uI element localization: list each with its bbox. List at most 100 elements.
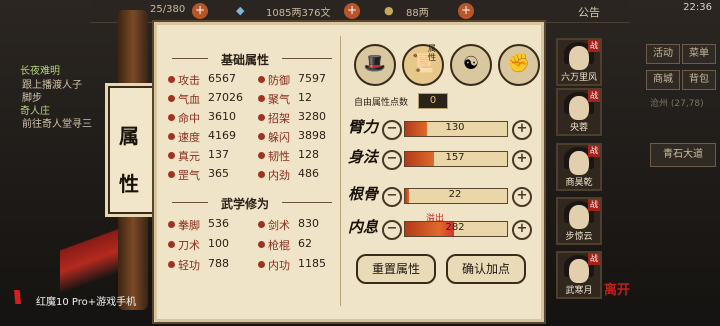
add-count-button[interactable]: + [192, 3, 208, 19]
stat-value: 3898 [298, 129, 326, 142]
menu-activity[interactable]: 活动 [646, 44, 680, 64]
scroll-title-char-2: 性 [119, 172, 139, 196]
yinyang-icon[interactable]: ☯ [450, 44, 492, 86]
stat-bullet-icon [168, 133, 175, 140]
stat-label: 真元 [178, 150, 200, 163]
header-rule-left [172, 202, 208, 203]
increase-button[interactable]: + [512, 150, 532, 170]
face [569, 96, 589, 120]
increase-button[interactable]: + [512, 120, 532, 140]
battle-tag: 战 [588, 90, 600, 102]
party-member-name: 六万里风 [560, 73, 597, 83]
martial-header: 武学修为 [220, 197, 269, 211]
location-road-label[interactable]: 青石大道 [650, 143, 716, 167]
stat-value: 7597 [298, 72, 326, 85]
hat-icon[interactable]: 🎩 [354, 44, 396, 86]
stat-bullet-icon [168, 241, 175, 248]
quest-item-1[interactable]: 长夜难明 [20, 62, 60, 77]
battle-tag: 战 [588, 145, 600, 157]
attribute-name: 内息 [348, 218, 379, 236]
stat-bullet-icon [168, 171, 175, 178]
stat-bullet-icon [258, 114, 265, 121]
grain-value: 88两 [406, 8, 429, 19]
free-points-label: 自由属性点数 [354, 98, 409, 108]
stat-bullet-icon [258, 261, 265, 268]
martial-value: 62 [298, 237, 312, 250]
leave-button[interactable]: 离开 [604, 279, 630, 298]
stat-label: 招架 [268, 112, 290, 125]
stat-bullet-icon [258, 221, 265, 228]
decrease-button[interactable]: − [382, 187, 402, 207]
money-value: 1085两376文 [266, 8, 331, 19]
stat-label: 速度 [178, 131, 200, 144]
add-money-button[interactable]: + [344, 3, 360, 19]
flex-arm-icon[interactable]: ✊ [498, 44, 540, 86]
header-rule-right [282, 202, 332, 203]
stat-bullet-icon [258, 95, 265, 102]
party-member-name: 步惊云 [565, 232, 593, 242]
menu-bag[interactable]: 背包 [682, 70, 716, 90]
face [569, 205, 589, 229]
martial-label: 内功 [268, 259, 290, 272]
decrease-button[interactable]: − [382, 150, 402, 170]
stat-label: 韧性 [268, 150, 290, 163]
count-value: 25/380 [150, 4, 186, 15]
martial-value: 536 [208, 217, 229, 230]
attribute-name: 根骨 [348, 185, 379, 203]
skill-icon-tag: 属性 [428, 44, 436, 62]
martial-label: 拳脚 [178, 219, 200, 232]
party-member-name: 商昊乾 [565, 178, 593, 188]
location-label: 沧州 (27,78) [650, 99, 704, 109]
confirm-points-button[interactable]: 确认加点 [446, 254, 526, 284]
face [569, 151, 589, 175]
martial-label: 枪棍 [268, 239, 290, 252]
stat-bullet-icon [258, 133, 265, 140]
header-rule-right [282, 58, 332, 59]
attribute-value: 282 [445, 222, 465, 233]
phone-badge: 红魔10 Pro+游戏手机 [36, 297, 137, 308]
add-grain-button[interactable]: + [458, 3, 474, 19]
notice-button[interactable]: 公告 [578, 4, 600, 20]
decrease-button[interactable]: − [382, 120, 402, 140]
increase-button[interactable]: + [512, 187, 532, 207]
quest-desc-2: 前往奇人堂寻三 [22, 119, 92, 130]
free-points-value: 0 [418, 93, 448, 109]
party-member-name: 央蓉 [569, 123, 588, 133]
decrease-button[interactable]: − [382, 220, 402, 240]
battle-tag: 战 [588, 199, 600, 211]
martial-label: 刀术 [178, 239, 200, 252]
face [569, 46, 589, 70]
reset-attrs-button[interactable]: 重置属性 [356, 254, 436, 284]
stat-label: 罡气 [178, 169, 200, 182]
attribute-name: 臂力 [348, 118, 379, 136]
grain-icon: ● [384, 4, 394, 17]
stat-value: 3280 [298, 110, 326, 123]
martial-value: 100 [208, 237, 229, 250]
stat-bullet-icon [168, 76, 175, 83]
stat-label: 命中 [178, 112, 200, 125]
menu-main[interactable]: 菜单 [682, 44, 716, 64]
stat-value: 486 [298, 167, 319, 180]
column-divider [340, 36, 341, 306]
battle-tag: 战 [588, 40, 600, 52]
stat-bullet-icon [168, 95, 175, 102]
attribute-name: 身法 [348, 148, 379, 166]
stat-label: 攻击 [178, 74, 200, 87]
increase-button[interactable]: + [512, 220, 532, 240]
attribute-value: 22 [448, 189, 462, 200]
stat-bullet-icon [258, 241, 265, 248]
party-member-name: 武寒月 [565, 286, 593, 296]
stat-label: 躲闪 [268, 131, 290, 144]
stat-bullet-icon [258, 152, 265, 159]
attribute-value: 130 [445, 122, 465, 133]
martial-value: 1185 [298, 257, 326, 270]
header-rule-left [172, 58, 208, 59]
stat-bullet-icon [258, 76, 265, 83]
stat-value: 137 [208, 148, 229, 161]
stat-value: 6567 [208, 72, 236, 85]
stat-bullet-icon [258, 171, 265, 178]
stat-label: 气血 [178, 93, 200, 106]
stat-bullet-icon [168, 261, 175, 268]
menu-shop[interactable]: 商城 [646, 70, 680, 90]
face [569, 259, 589, 283]
